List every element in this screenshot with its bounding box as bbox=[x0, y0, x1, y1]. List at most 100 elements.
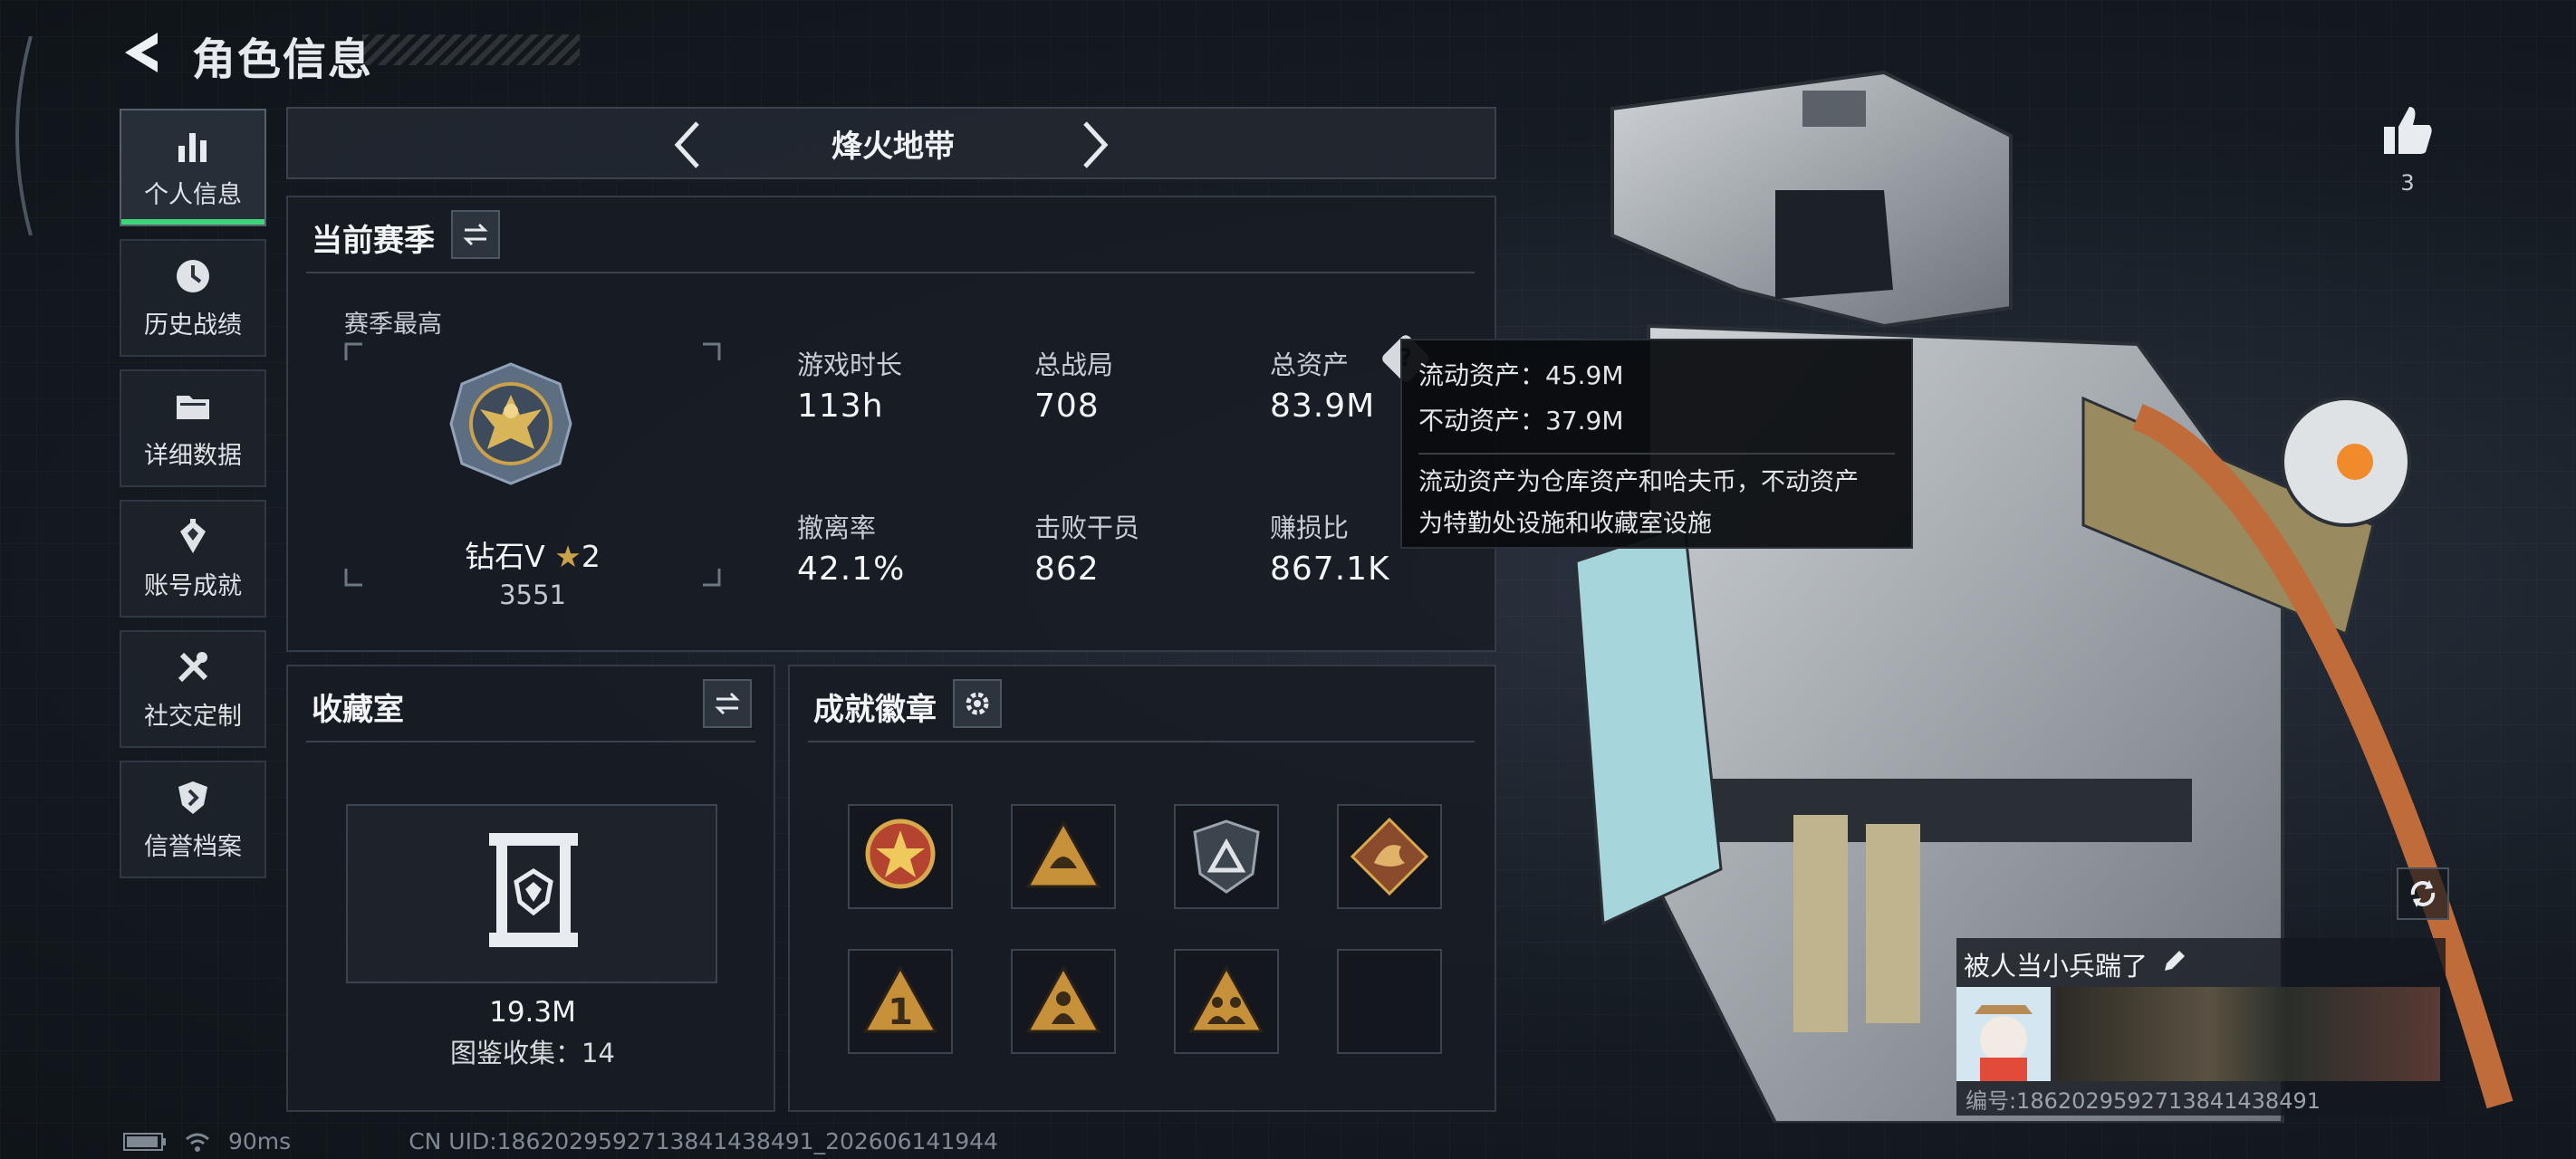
season-title: 当前赛季 bbox=[312, 223, 435, 259]
helmet-triangle-icon bbox=[1025, 819, 1101, 888]
mode-title: 烽火地带 bbox=[831, 128, 955, 165]
collection-display[interactable] bbox=[346, 804, 717, 983]
uid-text: CN UID:1862029592713841438491_2026061419… bbox=[409, 1128, 998, 1154]
rank-name: 钻石V ★2 bbox=[342, 532, 723, 576]
bar-chart-icon bbox=[178, 132, 207, 162]
badge-soldier[interactable] bbox=[1011, 949, 1116, 1054]
dragon-diamond-icon bbox=[1350, 817, 1429, 896]
player-card[interactable]: 被人当小兵踹了 编号:1862029592713841438491 bbox=[1956, 938, 2446, 1116]
rank-name-text: 钻石V bbox=[465, 539, 545, 574]
divider bbox=[808, 741, 1475, 742]
tooltip-divider bbox=[1418, 453, 1895, 455]
svg-text:1: 1 bbox=[888, 991, 913, 1033]
rank-score: 3551 bbox=[499, 580, 566, 610]
back-button[interactable] bbox=[118, 27, 168, 78]
collection-value: 19.3M bbox=[489, 996, 576, 1029]
ping-value: 90ms bbox=[228, 1128, 292, 1154]
divider bbox=[306, 741, 755, 742]
player-avatar[interactable] bbox=[1956, 987, 2051, 1081]
prev-mode-button[interactable] bbox=[670, 120, 706, 170]
page-title: 角色信息 bbox=[192, 34, 374, 85]
current-season-panel: 当前赛季 赛季最高 钻石V ★2 3551 游戏时长 113h 总战局 708 … bbox=[286, 196, 1496, 652]
stat-value-playtime: 113h bbox=[797, 388, 884, 425]
rotate-view-button[interactable] bbox=[2397, 867, 2449, 920]
stat-label-total-matches: 总战局 bbox=[1034, 350, 1114, 380]
cat-avatar-icon bbox=[1956, 987, 2051, 1081]
number-one-triangle-icon: 1 bbox=[862, 964, 938, 1033]
mountain-shield-icon bbox=[1193, 819, 1260, 894]
next-mode-button[interactable] bbox=[1076, 120, 1112, 170]
player-id: 编号:1862029592713841438491 bbox=[1966, 1088, 2321, 1114]
tooltip-liquid-assets: 流动资产：45.9M bbox=[1418, 360, 1624, 390]
stat-value-kills: 862 bbox=[1034, 551, 1100, 588]
battery-icon bbox=[123, 1132, 166, 1151]
badge-mountain-shield[interactable] bbox=[1174, 804, 1279, 909]
swap-icon bbox=[715, 692, 740, 715]
badge-dragon[interactable] bbox=[1337, 804, 1442, 909]
badge-empty-slot[interactable] bbox=[1337, 949, 1442, 1054]
achievements-title: 成就徽章 bbox=[813, 692, 937, 728]
achievements-settings-button[interactable] bbox=[953, 679, 1002, 728]
tooltip-desc-line1: 流动资产为仓库资产和哈夫币，不动资产 bbox=[1418, 468, 1859, 496]
rank-emblem-icon bbox=[449, 362, 572, 485]
sidebar-item-social-custom[interactable]: 社交定制 bbox=[120, 630, 266, 748]
sidebar-item-match-history[interactable]: 历史战绩 bbox=[120, 239, 266, 357]
achievements-panel: 成就徽章 1 bbox=[788, 665, 1496, 1112]
sidebar-item-detailed-data[interactable]: 详细数据 bbox=[120, 369, 266, 487]
season-best-label: 赛季最高 bbox=[344, 311, 442, 339]
stat-label-kills: 击败干员 bbox=[1034, 512, 1140, 543]
stat-label-profit-ratio: 赚损比 bbox=[1270, 512, 1350, 543]
collection-switch-button[interactable] bbox=[703, 679, 752, 728]
tooltip-fixed-assets: 不动资产：37.9M bbox=[1418, 406, 1624, 436]
collection-title: 收藏室 bbox=[312, 692, 404, 728]
sidebar-item-label: 详细数据 bbox=[144, 441, 242, 470]
tools-icon bbox=[178, 651, 208, 682]
badge-number-one[interactable]: 1 bbox=[848, 949, 953, 1054]
tooltip-desc-line2: 为特勤处设施和收藏室设施 bbox=[1418, 510, 1712, 538]
star-medal-icon bbox=[865, 819, 936, 889]
stat-value-extraction-rate: 42.1% bbox=[797, 551, 906, 588]
title-decoration bbox=[362, 34, 580, 65]
like-button[interactable] bbox=[2379, 101, 2437, 159]
gear-icon bbox=[966, 692, 989, 715]
soldier-triangle-icon bbox=[1025, 964, 1101, 1033]
sidebar-item-label: 账号成就 bbox=[144, 571, 242, 600]
collection-panel: 收藏室 19.3M 图鉴收集：14 bbox=[286, 665, 775, 1112]
back-arrow-icon bbox=[125, 33, 158, 72]
badge-helmet[interactable] bbox=[1011, 804, 1116, 909]
sidebar-item-credit-record[interactable]: 信誉档案 bbox=[120, 761, 266, 878]
player-banner bbox=[2056, 987, 2440, 1081]
like-count: 3 bbox=[2400, 170, 2415, 196]
sidebar-item-personal-info[interactable]: 个人信息 bbox=[120, 109, 266, 226]
sidebar-item-label: 历史战绩 bbox=[144, 311, 242, 340]
wifi-icon bbox=[186, 1133, 209, 1152]
edge-arc-decoration bbox=[15, 36, 33, 235]
status-bar: 90ms CN UID:1862029592713841438491_20260… bbox=[123, 1128, 998, 1154]
squad-triangle-icon bbox=[1188, 964, 1264, 1033]
sidebar-item-label: 信誉档案 bbox=[144, 832, 242, 861]
sidebar-item-label: 个人信息 bbox=[144, 180, 242, 209]
stat-value-total-matches: 708 bbox=[1034, 388, 1100, 425]
divider bbox=[306, 272, 1475, 273]
rank-star-icon: ★ bbox=[554, 539, 582, 574]
folder-icon bbox=[177, 395, 209, 419]
sidebar-item-label: 社交定制 bbox=[144, 702, 242, 731]
achievement-icon bbox=[180, 518, 206, 553]
sidebar-item-achievements[interactable]: 账号成就 bbox=[120, 500, 266, 618]
mode-selector: 烽火地带 bbox=[286, 107, 1496, 179]
thumbs-up-icon bbox=[2384, 107, 2432, 154]
catalog-count: 图鉴收集：14 bbox=[450, 1038, 615, 1068]
clock-icon bbox=[177, 259, 209, 292]
stat-value-profit-ratio: 867.1K bbox=[1270, 551, 1390, 588]
player-signature: 被人当小兵踹了 bbox=[1964, 951, 2148, 982]
season-switch-button[interactable] bbox=[451, 210, 500, 259]
badge-star-medal[interactable] bbox=[848, 804, 953, 909]
stat-value-total-assets: 83.9M bbox=[1270, 388, 1376, 425]
rotate-icon bbox=[2410, 880, 2436, 907]
stat-label-extraction-rate: 撤离率 bbox=[797, 512, 877, 543]
edit-signature-icon[interactable] bbox=[2161, 947, 2188, 974]
display-case-icon bbox=[489, 833, 578, 947]
rank-stars: 2 bbox=[581, 539, 601, 574]
swap-icon bbox=[463, 223, 488, 246]
badge-squad[interactable] bbox=[1174, 949, 1279, 1054]
